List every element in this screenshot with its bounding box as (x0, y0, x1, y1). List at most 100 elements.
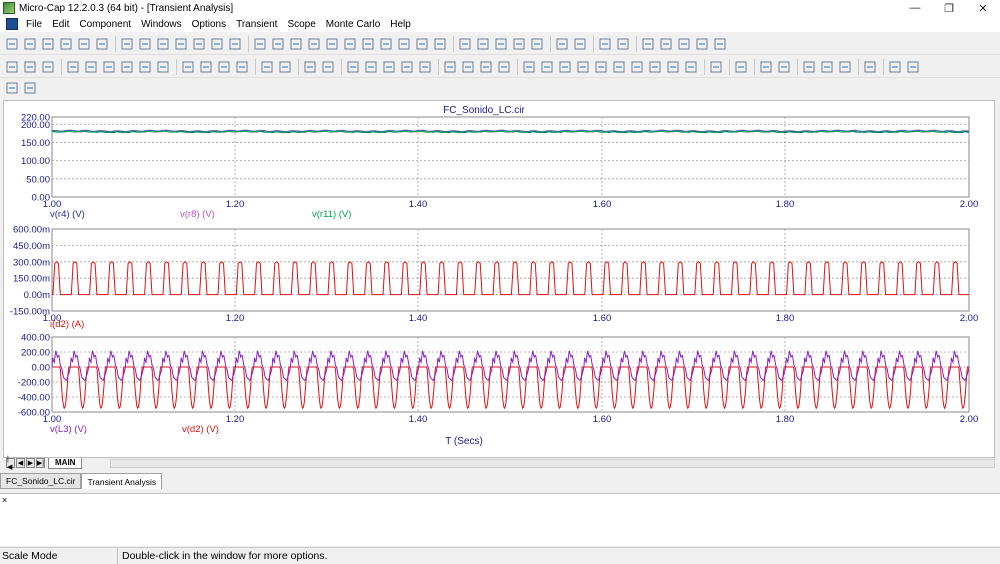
save-all-icon[interactable] (58, 36, 74, 52)
page-e-icon[interactable] (417, 59, 433, 75)
grid-icon[interactable] (320, 59, 336, 75)
slope-icon[interactable] (683, 59, 699, 75)
color-a-icon[interactable] (905, 59, 921, 75)
options-icon[interactable] (658, 36, 674, 52)
menu-help[interactable]: Help (385, 19, 416, 30)
horizontal-scrollbar[interactable] (110, 459, 995, 468)
pause-icon[interactable] (234, 59, 250, 75)
low-icon[interactable] (575, 59, 591, 75)
delete-icon[interactable] (209, 36, 225, 52)
doc-tab-circuit[interactable]: FC_Sonido_LC.cir (0, 473, 82, 489)
scale-icon[interactable] (83, 59, 99, 75)
minimize-button[interactable]: — (898, 0, 932, 16)
page-d-icon[interactable] (399, 59, 415, 75)
component-icon[interactable] (597, 36, 613, 52)
print-icon[interactable] (94, 36, 110, 52)
menu-file[interactable]: File (21, 19, 47, 30)
window-icon[interactable] (457, 36, 473, 52)
copy-icon[interactable] (173, 36, 189, 52)
tool-2-icon[interactable] (277, 59, 293, 75)
step-icon[interactable] (4, 80, 20, 96)
redo-icon[interactable] (137, 36, 153, 52)
tile-2-icon[interactable] (22, 80, 38, 96)
inductor-icon[interactable] (306, 36, 322, 52)
restore-button[interactable]: ❐ (932, 0, 966, 16)
save-icon[interactable] (40, 36, 56, 52)
cut-icon[interactable] (155, 36, 171, 52)
token-icon[interactable] (119, 59, 135, 75)
text-icon[interactable] (155, 59, 171, 75)
save-wave-icon[interactable] (758, 59, 774, 75)
waveform-plots[interactable]: 220.00200.00150.00100.0050.000.001.00 1.2… (4, 101, 996, 459)
global-low-icon[interactable] (629, 59, 645, 75)
page-a-icon[interactable] (345, 59, 361, 75)
color-icon[interactable] (708, 59, 724, 75)
analysis-icon[interactable] (640, 36, 656, 52)
run-icon[interactable] (198, 59, 214, 75)
inflection-icon[interactable] (593, 59, 609, 75)
sheet-tab-main[interactable]: MAIN (48, 457, 83, 469)
sheet-last-button[interactable]: ▶| (36, 458, 45, 468)
output-close-icon[interactable]: × (2, 495, 7, 505)
new-icon[interactable] (4, 36, 20, 52)
node-icon[interactable] (432, 36, 448, 52)
zoom-in-icon[interactable] (442, 59, 458, 75)
plot-icon[interactable] (694, 36, 710, 52)
window-4-icon[interactable] (511, 36, 527, 52)
window-5-icon[interactable] (529, 36, 545, 52)
menu-monte-carlo[interactable]: Monte Carlo (321, 19, 385, 30)
open-icon[interactable] (22, 36, 38, 52)
frame-icon[interactable] (302, 59, 318, 75)
global-high-icon[interactable] (611, 59, 627, 75)
load-wave-icon[interactable] (776, 59, 792, 75)
graph-icon[interactable] (712, 36, 728, 52)
page-icon[interactable] (554, 36, 570, 52)
tools-icon[interactable] (676, 36, 692, 52)
bottom-icon[interactable] (665, 59, 681, 75)
magnify-in-icon[interactable] (801, 59, 817, 75)
select-arrow-icon[interactable] (4, 59, 20, 75)
stop-icon[interactable] (216, 59, 232, 75)
zoom-box-icon[interactable] (65, 59, 81, 75)
paste-icon[interactable] (191, 36, 207, 52)
sine-source-icon[interactable] (270, 36, 286, 52)
page-c-icon[interactable] (381, 59, 397, 75)
sheet-first-button[interactable]: |◀ (6, 456, 15, 471)
sheet-prev-button[interactable]: ◀ (16, 458, 25, 468)
list-icon[interactable] (615, 36, 631, 52)
menu-scope[interactable]: Scope (282, 19, 320, 30)
menu-component[interactable]: Component (74, 19, 136, 30)
window-2-icon[interactable] (475, 36, 491, 52)
diode-icon[interactable] (324, 36, 340, 52)
high-icon[interactable] (557, 59, 573, 75)
pan-icon[interactable] (22, 59, 38, 75)
page-b-icon[interactable] (363, 59, 379, 75)
restore-view-icon[interactable] (837, 59, 853, 75)
menu-transient[interactable]: Transient (231, 19, 282, 30)
menu-windows[interactable]: Windows (136, 19, 187, 30)
document-icon[interactable] (6, 18, 18, 30)
menu-edit[interactable]: Edit (47, 19, 74, 30)
plot-area[interactable]: 220.00 200.00 150.00 100.00 50.00 0.00 1.00 1.2… (3, 100, 995, 458)
doc-tab-transient[interactable]: Transient Analysis (81, 473, 163, 489)
zoom-out-icon[interactable] (460, 59, 476, 75)
calculator-icon[interactable] (572, 36, 588, 52)
help-icon[interactable] (40, 59, 56, 75)
ground-icon[interactable] (252, 36, 268, 52)
magnify-out-icon[interactable] (819, 59, 835, 75)
transistor-icon[interactable] (342, 36, 358, 52)
tile-icon[interactable] (862, 59, 878, 75)
undo-icon[interactable] (119, 36, 135, 52)
properties-icon[interactable] (180, 59, 196, 75)
valley-icon[interactable] (539, 59, 555, 75)
sheet-next-button[interactable]: ▶ (26, 458, 35, 468)
table-icon[interactable] (733, 59, 749, 75)
window-3-icon[interactable] (493, 36, 509, 52)
capacitor-icon[interactable] (288, 36, 304, 52)
formula-icon[interactable] (137, 59, 153, 75)
tool-1-icon[interactable] (259, 59, 275, 75)
close-button[interactable]: ✕ (966, 0, 1000, 16)
font-icon[interactable] (887, 59, 903, 75)
peak-icon[interactable] (521, 59, 537, 75)
print-preview-icon[interactable] (76, 36, 92, 52)
